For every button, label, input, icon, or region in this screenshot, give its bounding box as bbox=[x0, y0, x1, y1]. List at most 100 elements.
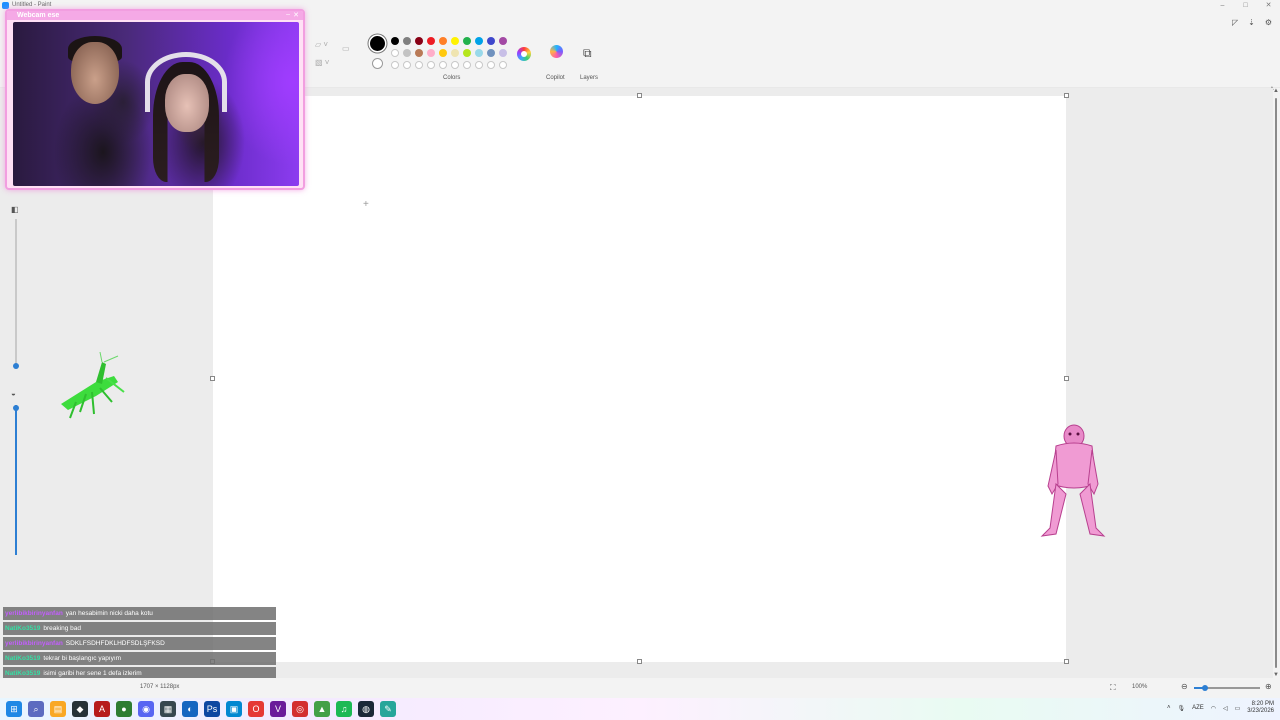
explorer-taskbar-icon[interactable]: ▣ bbox=[226, 701, 242, 717]
fill-icon[interactable]: ▧ ˅ bbox=[315, 58, 329, 67]
zoom-out-icon[interactable]: ⊖ bbox=[1181, 682, 1188, 691]
volume-track-2[interactable] bbox=[15, 405, 17, 555]
fit-to-window-icon[interactable]: ⛶ bbox=[1110, 683, 1116, 693]
scroll-up-icon[interactable]: ▲ bbox=[1273, 88, 1279, 94]
canvas-resize-handle-bottom[interactable] bbox=[637, 659, 642, 664]
custom-color-slot[interactable] bbox=[439, 61, 447, 69]
opera-taskbar-icon[interactable]: O bbox=[248, 701, 264, 717]
window-controls: – □ ✕ bbox=[1211, 0, 1280, 12]
canvas-resize-handle-top[interactable] bbox=[637, 93, 642, 98]
color-swatch[interactable] bbox=[475, 37, 483, 45]
custom-color-slot[interactable] bbox=[427, 61, 435, 69]
custom-color-slot[interactable] bbox=[463, 61, 471, 69]
color-swatch[interactable] bbox=[499, 37, 507, 45]
edit-colors-icon[interactable] bbox=[517, 47, 531, 61]
color-swatch[interactable] bbox=[451, 37, 459, 45]
canvas-resize-handle-left[interactable] bbox=[210, 376, 215, 381]
zoom-slider[interactable] bbox=[1194, 685, 1260, 691]
color-swatch[interactable] bbox=[439, 49, 447, 57]
color-swatch[interactable] bbox=[415, 49, 423, 57]
color-swatch[interactable] bbox=[391, 49, 399, 57]
chevron-up-icon[interactable]: ˄ bbox=[1167, 705, 1171, 711]
volume-icon[interactable]: ◁ bbox=[1223, 705, 1228, 712]
clock[interactable]: 8:20 PM 3/23/2026 bbox=[1247, 701, 1274, 715]
clock-date: 3/23/2026 bbox=[1247, 708, 1274, 714]
color-swatch[interactable] bbox=[403, 49, 411, 57]
share-icon[interactable]: ◸ bbox=[1232, 18, 1238, 27]
adobe-taskbar-icon[interactable]: A bbox=[94, 701, 110, 717]
pink-gorilla-sticker bbox=[1040, 424, 1106, 537]
volume-knob-1[interactable] bbox=[13, 363, 19, 369]
color-swatch[interactable] bbox=[463, 49, 471, 57]
custom-color-slot[interactable] bbox=[487, 61, 495, 69]
custom-color-slot[interactable] bbox=[475, 61, 483, 69]
ps-taskbar-icon[interactable]: Ps bbox=[204, 701, 220, 717]
color-swatch[interactable] bbox=[463, 37, 471, 45]
custom-color-slot[interactable] bbox=[403, 61, 411, 69]
discord-taskbar-icon[interactable]: ◉ bbox=[138, 701, 154, 717]
wifi-icon[interactable]: ◠ bbox=[1211, 705, 1216, 712]
steam-taskbar-icon[interactable]: ◍ bbox=[358, 701, 374, 717]
paint-app-icon bbox=[2, 2, 9, 9]
microphone-icon[interactable]: 🎙 bbox=[1177, 705, 1185, 712]
color-swatch[interactable] bbox=[403, 37, 411, 45]
vertical-scrollbar[interactable]: ▲ ▼ bbox=[1273, 88, 1279, 678]
color-swatch[interactable] bbox=[475, 49, 483, 57]
calc-taskbar-icon[interactable]: ▦ bbox=[160, 701, 176, 717]
vscode-taskbar-icon[interactable]: ◐ bbox=[182, 701, 198, 717]
color-swatch[interactable] bbox=[451, 49, 459, 57]
size-icon[interactable]: ▭ bbox=[342, 44, 350, 53]
record-taskbar-icon[interactable]: ◎ bbox=[292, 701, 308, 717]
webcam-minimize-icon: – bbox=[286, 11, 290, 18]
zoom-in-icon[interactable]: ⊕ bbox=[1265, 682, 1272, 691]
volume-knob-2[interactable] bbox=[13, 405, 19, 411]
custom-color-slot[interactable] bbox=[451, 61, 459, 69]
windows-taskbar-icon[interactable]: ⊞ bbox=[6, 701, 22, 717]
zoom-level[interactable]: 100% bbox=[1132, 684, 1147, 690]
custom-color-slot[interactable] bbox=[415, 61, 423, 69]
color-swatch[interactable] bbox=[427, 37, 435, 45]
shapes-icon[interactable]: ▱ ˅ bbox=[315, 40, 328, 49]
volume-track-1[interactable] bbox=[15, 219, 17, 369]
files-taskbar-icon[interactable]: ▤ bbox=[50, 701, 66, 717]
system-tray: ˄ 🎙 AZE ◠ ◁ ▭ 8:20 PM 3/23/2026 bbox=[1167, 701, 1274, 715]
layers-icon[interactable]: ⧉ bbox=[583, 46, 592, 61]
status-bar: 1707 × 1128px ⛶ 100% ⊖ ⊕ bbox=[0, 678, 1280, 698]
color-swatch[interactable] bbox=[487, 37, 495, 45]
color-swatch[interactable] bbox=[415, 37, 423, 45]
canvas-resize-handle-bottom-right[interactable] bbox=[1064, 659, 1069, 664]
app-dark-taskbar-icon[interactable]: ◆ bbox=[72, 701, 88, 717]
color-swatch[interactable] bbox=[487, 49, 495, 57]
paint-taskbar-icon[interactable]: ✎ bbox=[380, 701, 396, 717]
canvas-resize-handle-right[interactable] bbox=[1064, 376, 1069, 381]
battery-icon[interactable]: ▭ bbox=[1235, 705, 1241, 712]
vpn-taskbar-icon[interactable]: V bbox=[270, 701, 286, 717]
input-language[interactable]: AZE bbox=[1192, 705, 1204, 711]
color-swatch[interactable] bbox=[427, 49, 435, 57]
gear-icon[interactable]: ⚙ bbox=[1265, 18, 1272, 27]
primary-color-indicator[interactable] bbox=[370, 36, 385, 51]
color-swatch[interactable] bbox=[391, 37, 399, 45]
drawing-canvas[interactable] bbox=[213, 96, 1066, 662]
minimize-button[interactable]: – bbox=[1211, 0, 1234, 12]
download-icon[interactable]: ⇣ bbox=[1248, 18, 1255, 27]
chat-username: NatiKo3519 bbox=[5, 670, 41, 677]
chat-message: yerlibikbirinyanfan SDKLFSDHFDKLHDFSDLŞFK… bbox=[3, 637, 276, 650]
color-swatch[interactable] bbox=[499, 49, 507, 57]
search-taskbar-icon[interactable]: ⌕ bbox=[28, 701, 44, 717]
custom-color-slot[interactable] bbox=[391, 61, 399, 69]
close-button[interactable]: ✕ bbox=[1257, 0, 1280, 12]
canvas-resize-handle-top-right[interactable] bbox=[1064, 93, 1069, 98]
streamer-1-face bbox=[71, 42, 119, 104]
android-taskbar-icon[interactable]: ▲ bbox=[314, 701, 330, 717]
speaker-icon: ◧ bbox=[11, 205, 19, 214]
maximize-button[interactable]: □ bbox=[1234, 0, 1257, 12]
secondary-color-indicator[interactable] bbox=[372, 58, 383, 69]
custom-color-slot[interactable] bbox=[499, 61, 507, 69]
color-swatch[interactable] bbox=[439, 37, 447, 45]
copilot-icon[interactable] bbox=[550, 45, 563, 58]
scrollbar-thumb[interactable] bbox=[1275, 98, 1277, 668]
zoom-slider-knob[interactable] bbox=[1202, 685, 1208, 691]
chrome-taskbar-icon[interactable]: ● bbox=[116, 701, 132, 717]
spotify-taskbar-icon[interactable]: ♫ bbox=[336, 701, 352, 717]
